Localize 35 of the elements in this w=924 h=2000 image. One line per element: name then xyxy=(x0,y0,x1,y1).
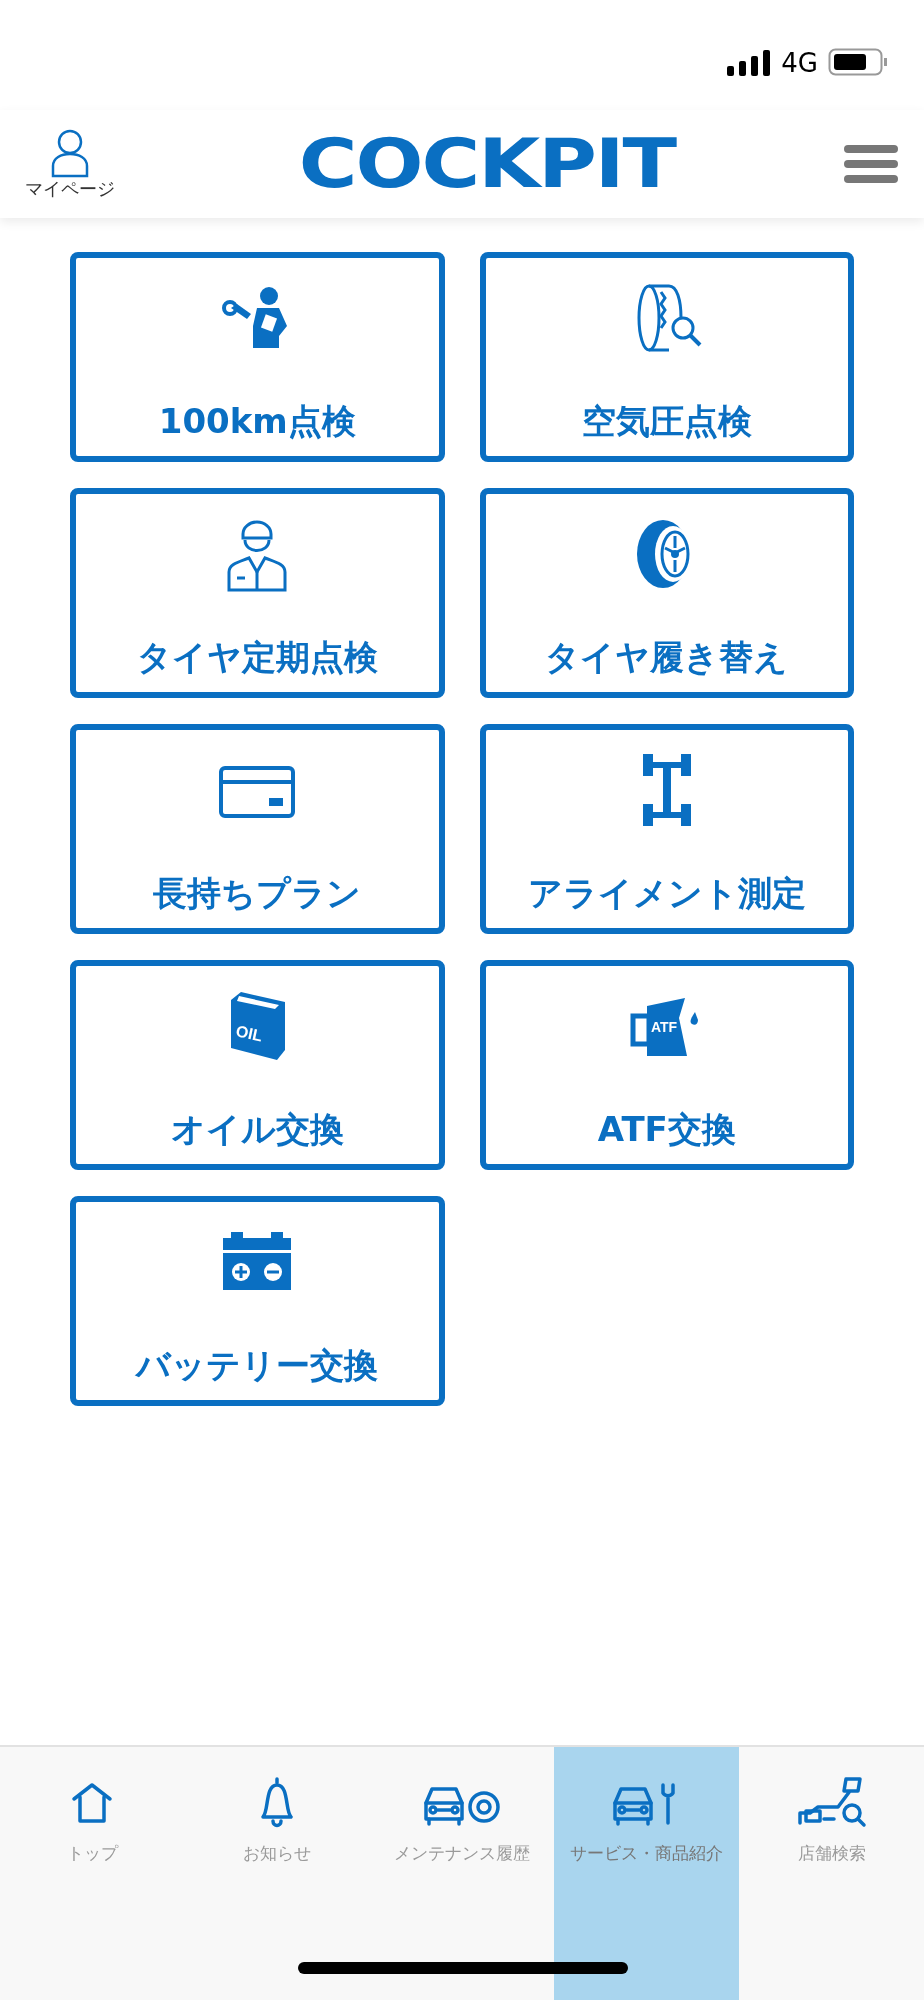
person-icon xyxy=(51,127,89,178)
nav-label: 店舗検索 xyxy=(797,1842,866,1865)
nav-tab[interactable]: サービス・商品紹介 xyxy=(554,1747,740,2000)
nav-label: トップ xyxy=(66,1842,118,1865)
service-label: タイヤ履き替え xyxy=(545,635,789,678)
nav-label: メンテナンス履歴 xyxy=(394,1842,530,1865)
battery-status-icon xyxy=(828,48,888,76)
nav-tab[interactable]: トップ xyxy=(0,1747,185,2000)
service-card[interactable]: OIL オイル交換 xyxy=(70,960,445,1170)
signal-icon xyxy=(727,50,772,76)
service-label: ATF交換 xyxy=(597,1107,736,1150)
mypage-button[interactable]: マイページ xyxy=(20,127,120,201)
service-label: アライメント測定 xyxy=(527,871,806,914)
nav-tab[interactable]: お知らせ xyxy=(184,1747,370,2000)
service-card[interactable]: 長持ちプラン xyxy=(70,724,445,934)
nav-tab[interactable]: メンテナンス履歴 xyxy=(369,1747,555,2000)
service-label: 長持ちプラン xyxy=(153,871,362,914)
service-label: 空気圧点検 xyxy=(581,399,752,442)
nav-label: お知らせ xyxy=(243,1842,312,1865)
service-label: オイル交換 xyxy=(170,1107,344,1150)
service-card[interactable]: 100km点検 xyxy=(70,252,445,462)
service-card[interactable]: バッテリー交換 xyxy=(70,1196,445,1406)
service-label: バッテリー交換 xyxy=(136,1343,379,1386)
nav-tab[interactable]: 店舗検索 xyxy=(739,1747,924,2000)
service-card[interactable]: 空気圧点検 xyxy=(479,252,854,462)
cockpit-logo: COCKPIT xyxy=(298,130,676,198)
service-label: 100km点検 xyxy=(158,399,356,442)
nav-label: サービス・商品紹介 xyxy=(570,1842,724,1865)
service-label: タイヤ定期点検 xyxy=(136,635,378,678)
service-card[interactable]: ATF ATF交換 xyxy=(479,960,854,1170)
service-card[interactable]: タイヤ定期点検 xyxy=(70,488,445,698)
service-card[interactable]: アライメント測定 xyxy=(479,724,854,934)
mypage-label: マイページ xyxy=(25,177,115,201)
network-label: 4G xyxy=(781,50,818,76)
service-card[interactable]: タイヤ履き替え xyxy=(479,488,854,698)
